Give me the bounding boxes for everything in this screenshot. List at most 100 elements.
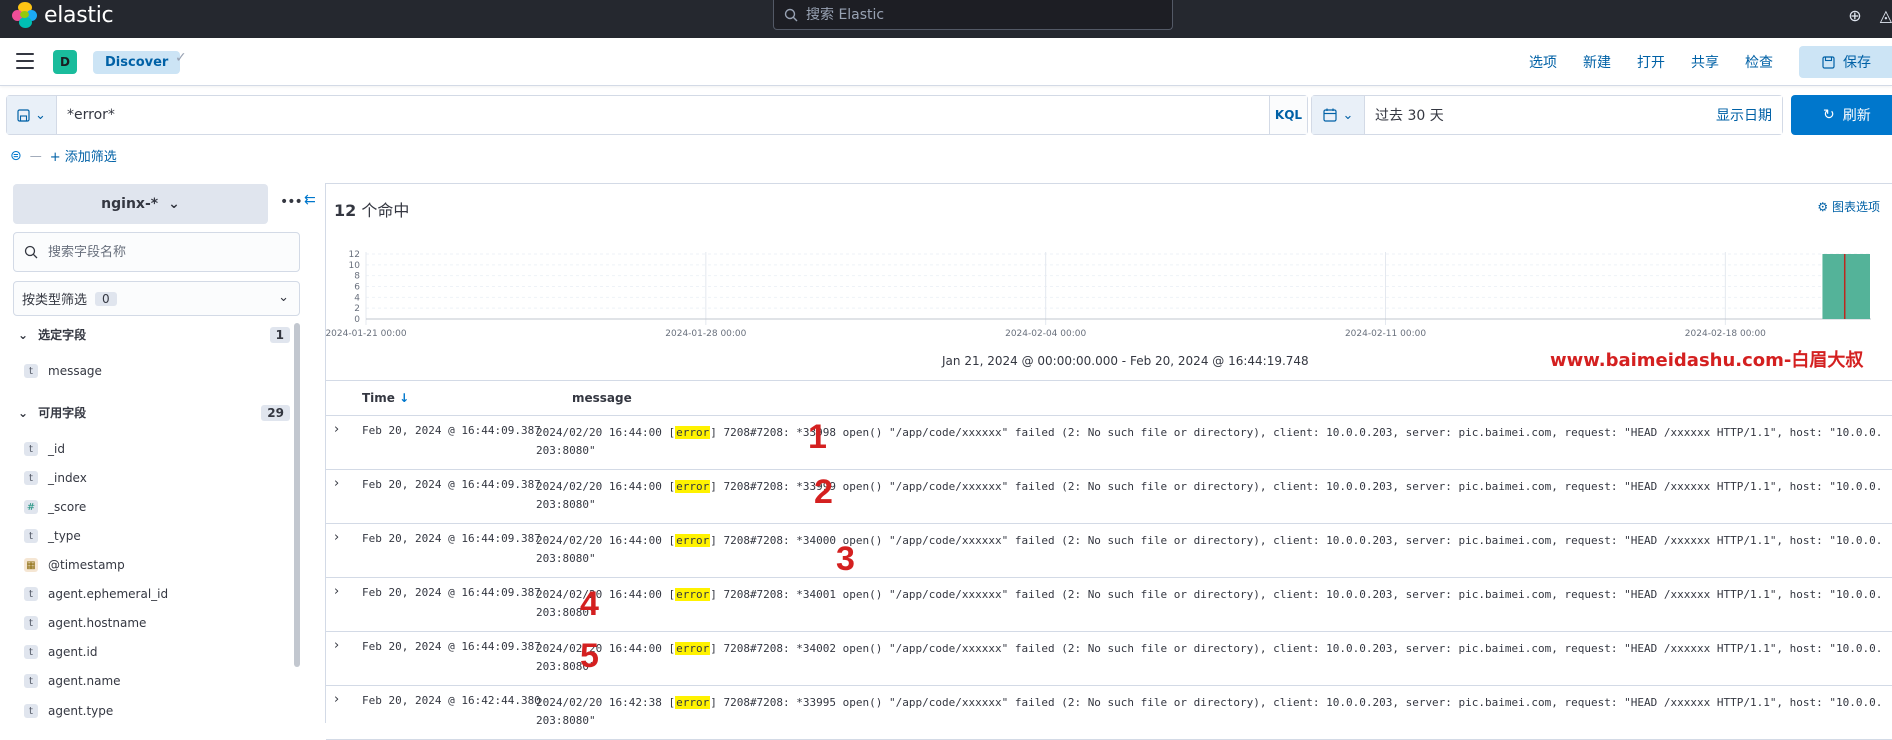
expand-row-icon[interactable]: ›	[334, 638, 339, 653]
table-row[interactable]: › Feb 20, 2024 @ 16:44:09.387 2024/02/20 1…	[326, 416, 1892, 470]
row-timestamp: Feb 20, 2024 @ 16:44:09.387	[362, 424, 541, 437]
string-type-icon: t	[24, 645, 38, 659]
filter-icon[interactable]: ⊜	[10, 148, 22, 164]
message-suffix: ] 7208#7208: *33999 open() "/app/code/xx…	[536, 480, 1883, 511]
global-header: elastic ⊕ ◬	[0, 0, 1892, 38]
field-item[interactable]: t _type	[24, 529, 81, 543]
more-options-icon[interactable]: •••	[280, 194, 303, 210]
calendar-icon	[1322, 108, 1337, 122]
highlight-term: error	[675, 696, 711, 709]
row-message: 2024/02/20 16:44:00 [error] 7208#7208: *…	[536, 532, 1886, 568]
quick-select-button[interactable]: ⌄	[1312, 96, 1365, 134]
annotation-number: 3	[836, 540, 855, 578]
options-link[interactable]: 选项	[1529, 52, 1557, 72]
highlight-term: error	[675, 534, 711, 547]
save-button[interactable]: 保存	[1799, 46, 1892, 78]
field-item[interactable]: t _id	[24, 442, 65, 456]
field-name: agent.ephemeral_id	[48, 587, 169, 601]
global-search[interactable]	[773, 0, 1173, 30]
type-filter[interactable]: 按类型筛选 0 ⌄	[13, 281, 300, 316]
highlight-term: error	[675, 642, 711, 655]
chevron-down-icon: ⌄	[18, 327, 29, 342]
table-body: › Feb 20, 2024 @ 16:44:09.387 2024/02/20 1…	[326, 416, 1892, 740]
field-item[interactable]: t agent.name	[24, 674, 121, 688]
chart-options-label: 图表选项	[1831, 200, 1880, 214]
query-input[interactable]: *error*	[57, 96, 1269, 134]
new-link[interactable]: 新建	[1583, 52, 1611, 72]
y-tick-label: 6	[354, 283, 360, 293]
share-link[interactable]: 共享	[1691, 52, 1719, 72]
filter-divider: —	[29, 148, 42, 163]
expand-row-icon[interactable]: ›	[334, 476, 339, 491]
table-row[interactable]: › Feb 20, 2024 @ 16:44:09.387 2024/02/20 1…	[326, 632, 1892, 686]
chart-options-button[interactable]: ⚙ 图表选项	[1817, 198, 1880, 215]
index-pattern-selector[interactable]: nginx-* ⌄	[13, 184, 268, 224]
date-range-text[interactable]: 过去 30 天	[1365, 96, 1716, 134]
field-item[interactable]: t _index	[24, 471, 87, 485]
expand-row-icon[interactable]: ›	[334, 530, 339, 545]
field-item[interactable]: t agent.id	[24, 645, 97, 659]
kql-toggle[interactable]: KQL	[1269, 96, 1307, 134]
y-tick-label: 12	[349, 250, 360, 260]
column-header-time[interactable]: Time ↓	[362, 391, 572, 405]
table-row[interactable]: › Feb 20, 2024 @ 16:44:09.387 2024/02/20 1…	[326, 578, 1892, 632]
field-item[interactable]: t agent.type	[24, 704, 113, 718]
table-row[interactable]: › Feb 20, 2024 @ 16:44:09.387 2024/02/20 1…	[326, 470, 1892, 524]
annotation-number: 4	[580, 585, 599, 623]
menu-icon[interactable]	[16, 53, 34, 74]
field-item[interactable]: t agent.hostname	[24, 616, 146, 630]
field-search-input[interactable]	[48, 244, 268, 260]
field-item-message[interactable]: t message	[24, 364, 102, 378]
histogram-bar[interactable]	[1822, 254, 1870, 319]
field-item[interactable]: t agent.ephemeral_id	[24, 587, 168, 601]
row-message: 2024/02/20 16:44:00 [error] 7208#7208: *…	[536, 586, 1886, 622]
hit-count: 12 个命中	[334, 197, 409, 221]
row-timestamp: Feb 20, 2024 @ 16:44:09.387	[362, 640, 541, 653]
field-search[interactable]	[13, 232, 300, 272]
table-row[interactable]: › Feb 20, 2024 @ 16:44:09.387 2024/02/20 1…	[326, 524, 1892, 578]
watermark-text: www.baimeidashu.com-白眉大叔	[1550, 350, 1864, 371]
global-search-input[interactable]	[806, 6, 1146, 23]
highlight-term: error	[675, 426, 711, 439]
breadcrumb-discover[interactable]: Discover	[93, 51, 181, 74]
collapse-sidebar-icon[interactable]: ⇇	[304, 192, 316, 208]
sort-down-icon[interactable]: ↓	[399, 391, 409, 405]
hit-count-suffix: 个命中	[356, 201, 410, 220]
expand-row-icon[interactable]: ›	[334, 692, 339, 707]
table-row[interactable]: › Feb 20, 2024 @ 16:42:44.380 2024/02/20 1…	[326, 686, 1892, 740]
space-avatar[interactable]: D	[53, 50, 77, 74]
row-timestamp: Feb 20, 2024 @ 16:44:09.387	[362, 532, 541, 545]
message-prefix: 2024/02/20 16:44:00 [	[536, 588, 676, 601]
row-timestamp: Feb 20, 2024 @ 16:42:44.380	[362, 694, 541, 707]
selected-fields-count: 1	[269, 326, 290, 343]
row-message: 2024/02/20 16:44:00 [error] 7208#7208: *…	[536, 424, 1886, 460]
help-icon[interactable]: ⊕	[1848, 6, 1861, 25]
expand-row-icon[interactable]: ›	[334, 422, 339, 437]
column-header-message[interactable]: message	[572, 391, 632, 405]
expand-row-icon[interactable]: ›	[334, 584, 339, 599]
top-nav-links: 选项 新建 打开 共享 检查 保存	[1529, 38, 1892, 86]
open-link[interactable]: 打开	[1637, 52, 1665, 72]
saved-query-button[interactable]: ⌄	[7, 96, 57, 134]
available-fields-header[interactable]: ⌄ 可用字段 29	[18, 404, 290, 421]
x-tick-label: 2024-01-28 00:00	[665, 329, 746, 339]
selected-fields-header[interactable]: ⌄ 选定字段 1	[18, 326, 290, 343]
user-menu-icon[interactable]: ◬	[1880, 6, 1892, 25]
add-filter-link[interactable]: + 添加筛选	[50, 146, 117, 165]
field-name: _index	[48, 471, 87, 485]
brand-name: elastic	[44, 2, 114, 28]
histogram-chart[interactable]: 024681012 2024-01-21 00:00 2024-01-28 00:0…	[326, 234, 1892, 354]
elastic-logo-icon	[12, 2, 38, 28]
field-name: _type	[48, 529, 81, 543]
inspect-link[interactable]: 检查	[1745, 52, 1773, 72]
sidebar-scrollbar[interactable]	[294, 323, 300, 667]
refresh-button[interactable]: ↻ 刷新	[1791, 95, 1892, 135]
date-type-icon: ▦	[24, 558, 38, 572]
elastic-logo[interactable]: elastic	[12, 2, 114, 28]
field-item[interactable]: ▦ @timestamp	[24, 558, 125, 572]
message-suffix: ] 7208#7208: *34002 open() "/app/code/xx…	[536, 642, 1883, 673]
field-item[interactable]: # _score	[24, 500, 86, 514]
y-tick-label: 2	[354, 304, 360, 314]
field-name: message	[48, 364, 102, 378]
show-dates-link[interactable]: 显示日期	[1716, 96, 1782, 134]
